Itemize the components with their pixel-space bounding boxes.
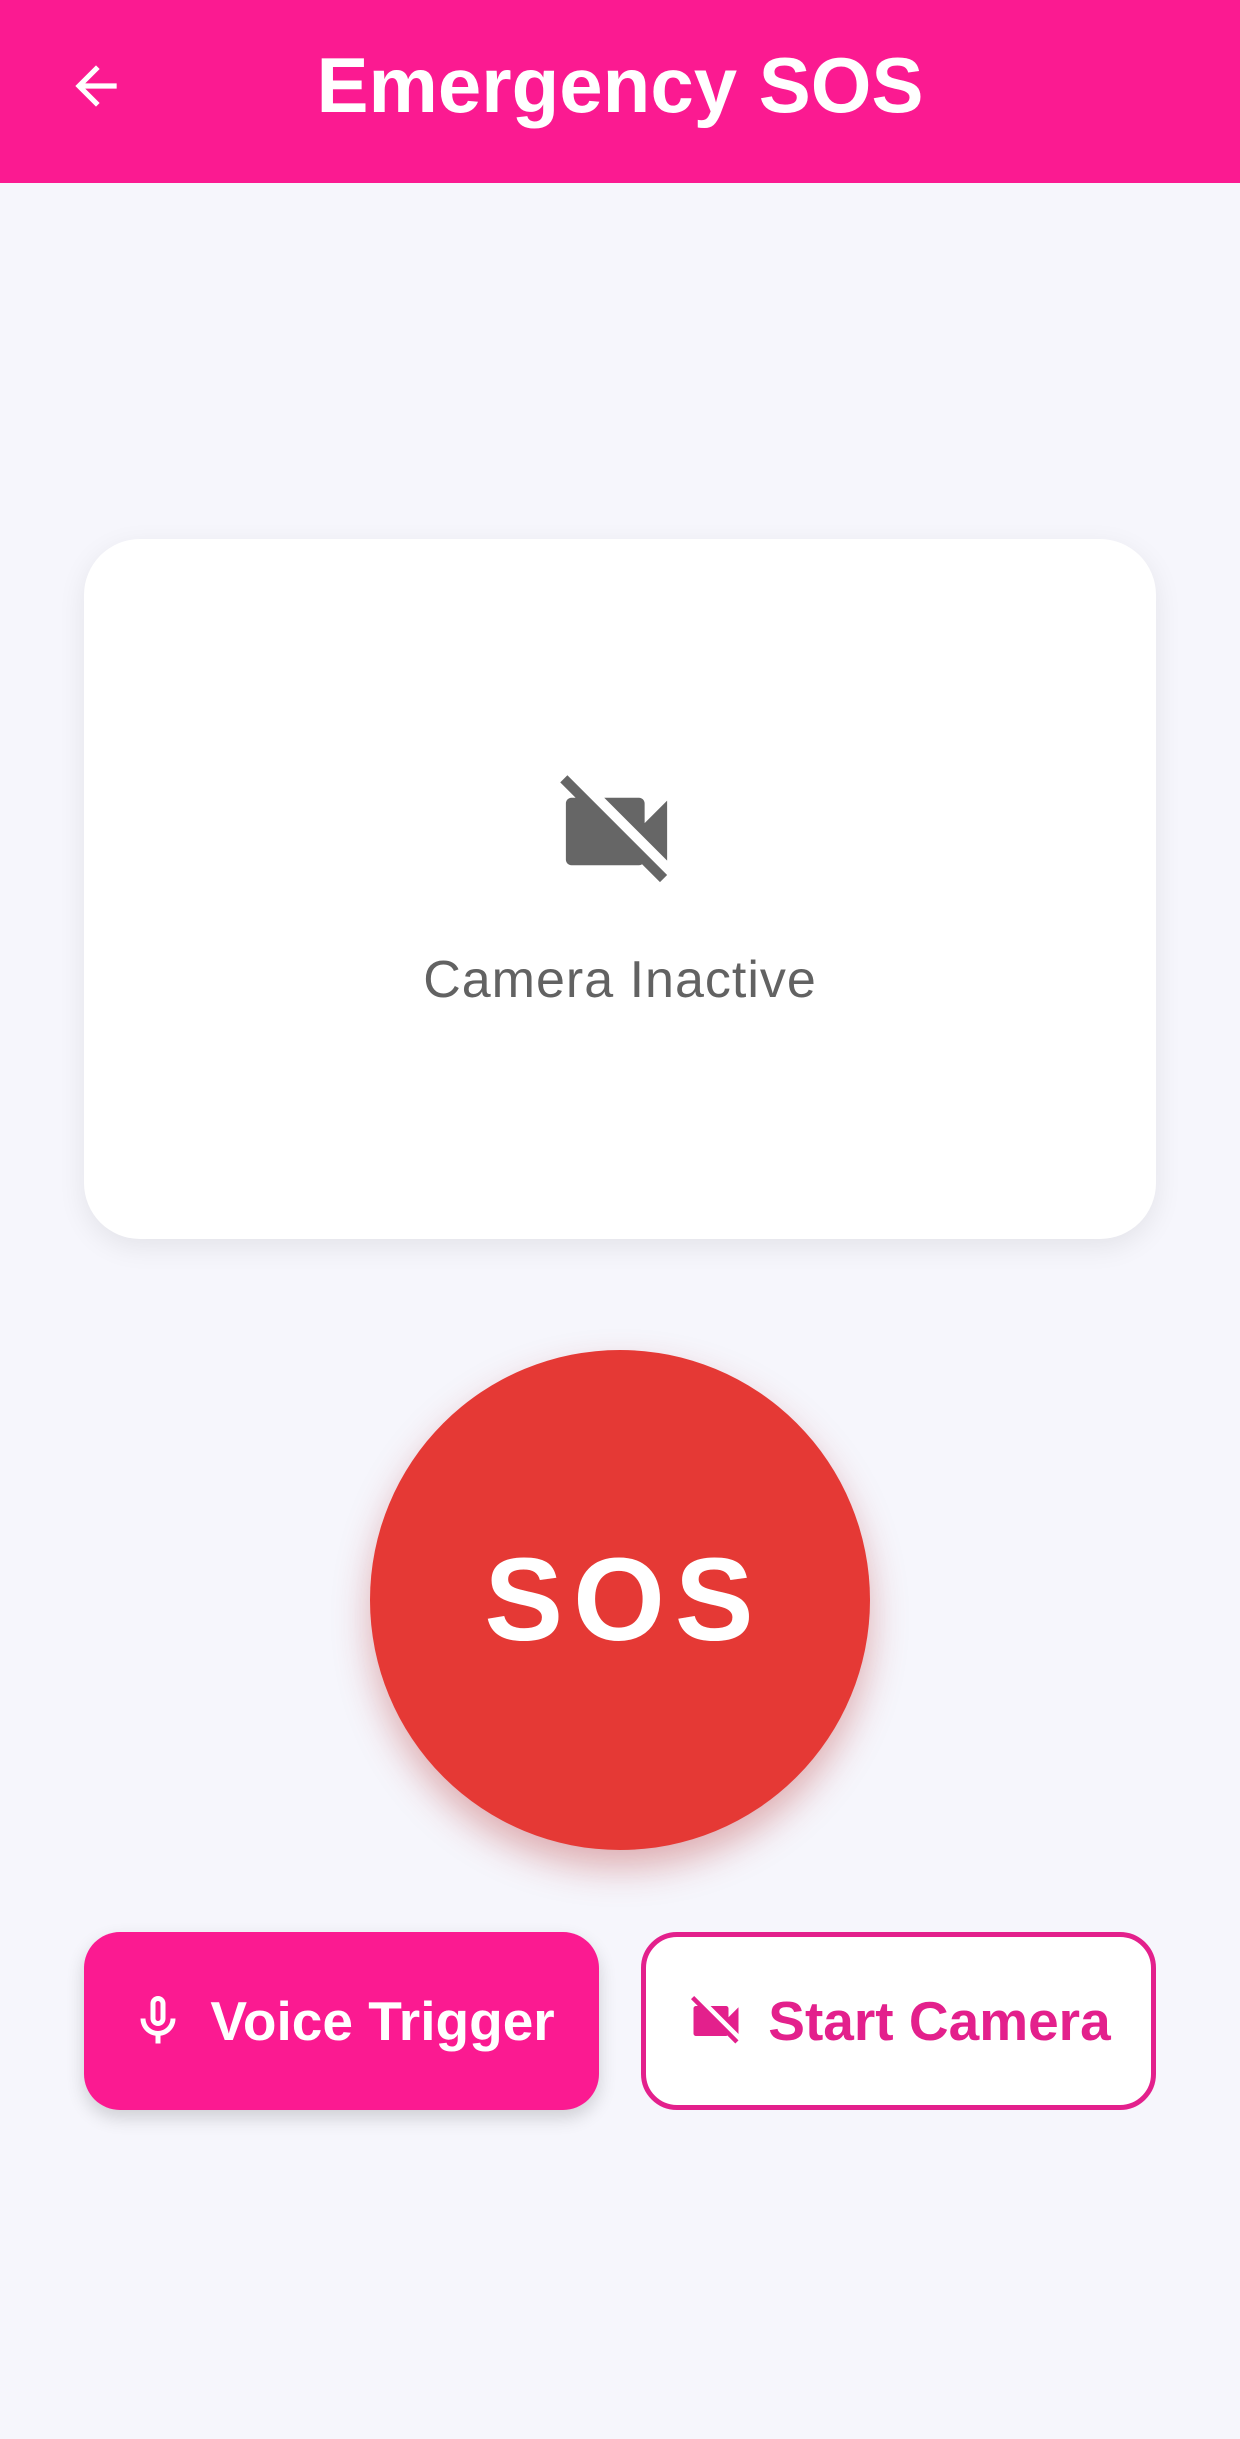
sos-button[interactable]: SOS xyxy=(370,1350,870,1850)
arrow-back-icon xyxy=(75,65,117,107)
camera-status-text: Camera Inactive xyxy=(423,951,817,1009)
back-button[interactable] xyxy=(44,46,148,126)
start-camera-button[interactable]: Start Camera xyxy=(641,1932,1156,2110)
app-bar: Emergency SOS xyxy=(0,0,1240,183)
voice-trigger-button[interactable]: Voice Trigger xyxy=(84,1932,599,2110)
start-camera-label: Start Camera xyxy=(768,1990,1111,2052)
videocam-off-icon xyxy=(691,1996,739,2044)
videocam-off-icon xyxy=(560,775,668,883)
microphone-icon xyxy=(140,1996,176,2044)
sos-label: SOS xyxy=(484,1534,764,1666)
page-title: Emergency SOS xyxy=(316,41,924,129)
voice-trigger-label: Voice Trigger xyxy=(210,1990,555,2052)
